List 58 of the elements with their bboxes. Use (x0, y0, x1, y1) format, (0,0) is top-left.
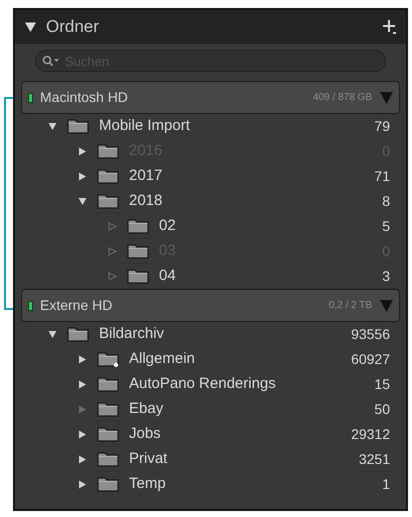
photo-count: 8 (382, 192, 390, 210)
triangle-right-icon[interactable] (78, 354, 86, 364)
triangle-right-icon[interactable] (78, 480, 86, 488)
search-icon (42, 55, 60, 67)
folder-row[interactable]: AutoPano Renderings 15 (15, 372, 406, 397)
triangle-right-icon[interactable] (78, 172, 86, 180)
folder-row[interactable]: Mobile Import 79 (15, 114, 406, 139)
photo-count: 93556 (351, 324, 390, 344)
triangle-right-icon[interactable] (78, 454, 86, 464)
photo-count: 29312 (351, 424, 390, 444)
photo-count: 71 (374, 166, 390, 186)
folder-row[interactable]: 2018 8 (15, 189, 406, 214)
photo-count: 1 (382, 474, 390, 494)
triangle-down-icon[interactable] (78, 196, 86, 206)
folder-name: Mobile Import (99, 116, 190, 136)
photo-count: 60927 (351, 350, 390, 368)
photo-count: 3 (382, 266, 390, 286)
folder-row[interactable]: 2017 71 (15, 164, 406, 189)
volume-header[interactable]: Macintosh HD 409 / 878 GB (21, 81, 400, 114)
folder-row[interactable]: Jobs 29312 (15, 422, 406, 447)
plus-icon[interactable] (382, 20, 396, 34)
triangle-down-icon[interactable] (48, 122, 56, 130)
folder-name: 02 (159, 216, 176, 236)
volume-usage: 0,2 / 2 TB (328, 299, 372, 313)
triangle-outline-icon[interactable] (108, 246, 116, 256)
panel-title: Ordner (46, 16, 99, 38)
triangle-outline-icon[interactable] (108, 272, 116, 280)
triangle-right-icon[interactable] (78, 380, 86, 388)
volume-header[interactable]: Externe HD 0,2 / 2 TB (21, 289, 400, 322)
folder-name: Jobs (129, 424, 161, 444)
folder-row[interactable]: Allgemein 60927 (15, 347, 406, 372)
folder-name: Temp (129, 474, 166, 494)
volume-name: Macintosh HD (40, 88, 128, 107)
triangle-down-icon[interactable] (48, 330, 56, 338)
triangle-right-icon[interactable] (78, 146, 86, 156)
photo-count: 3251 (358, 450, 390, 468)
triangle-down-icon[interactable] (25, 22, 36, 32)
folder-name: Allgemein (129, 348, 195, 369)
folder-name: 04 (159, 266, 176, 286)
folder-name: AutoPano Renderings (129, 374, 276, 394)
folder-row[interactable]: Temp 1 (15, 472, 406, 497)
photo-count: 5 (382, 216, 390, 236)
volume-usage: 409 / 878 GB (313, 91, 372, 105)
folder-name: 2017 (129, 166, 162, 186)
volume-name: Externe HD (40, 296, 112, 315)
folder-row[interactable]: 02 5 (15, 214, 406, 239)
folder-row[interactable]: Ebay 50 (15, 397, 406, 422)
folder-name: Bildarchiv (99, 324, 164, 344)
folder-name: Privat (129, 448, 168, 469)
triangle-right-icon[interactable] (78, 430, 86, 438)
folder-name: Ebay (129, 398, 164, 419)
folder-name: 2018 (129, 190, 162, 211)
photo-count: 50 (374, 400, 390, 418)
triangle-outline-icon[interactable] (108, 222, 116, 230)
photo-count: 79 (374, 116, 390, 136)
folder-row[interactable]: Privat 3251 (15, 447, 406, 472)
photo-count: 15 (374, 374, 390, 394)
folder-row[interactable]: Bildarchiv 93556 (15, 322, 406, 347)
